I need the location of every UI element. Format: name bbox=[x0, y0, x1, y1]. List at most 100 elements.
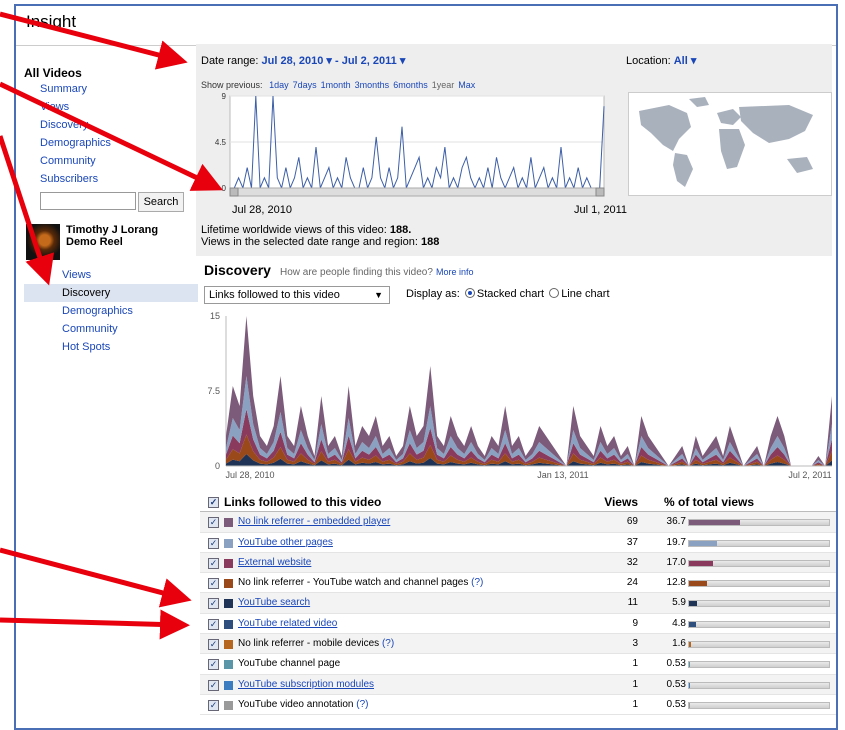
show-previous-Max[interactable]: Max bbox=[458, 80, 475, 90]
row-label[interactable]: YouTube other pages bbox=[238, 533, 333, 553]
video-link-community[interactable]: Community bbox=[24, 320, 198, 338]
row-checkbox[interactable]: ✓ bbox=[208, 679, 219, 691]
stacked-chart-radio[interactable] bbox=[464, 288, 475, 298]
help-link[interactable]: (?) bbox=[356, 699, 368, 710]
row-pct-fill bbox=[689, 581, 707, 587]
row-pct-bar bbox=[688, 519, 830, 527]
sidebar-link-summary[interactable]: Summary bbox=[40, 80, 198, 98]
row-label: YouTube channel page bbox=[238, 654, 340, 674]
range-handle-right[interactable] bbox=[595, 187, 605, 197]
row-checkbox[interactable]: ✓ bbox=[208, 639, 219, 651]
views-sparkline[interactable]: 94.50 bbox=[196, 92, 616, 202]
row-pct-bar bbox=[688, 681, 830, 689]
show-previous-7days[interactable]: 7days bbox=[293, 80, 317, 90]
lifetime-label: Lifetime worldwide views of this video: bbox=[201, 224, 387, 236]
header-pct[interactable]: % of total views bbox=[664, 492, 754, 512]
row-label-text[interactable]: YouTube subscription modules bbox=[238, 679, 374, 690]
row-label[interactable]: YouTube search bbox=[238, 593, 310, 613]
stacked-chart-label[interactable]: Stacked chart bbox=[477, 288, 544, 300]
row-checkbox[interactable]: ✓ bbox=[208, 699, 219, 711]
date-start-link[interactable]: Jul 28, 2010 bbox=[262, 55, 324, 67]
line-chart-radio[interactable] bbox=[549, 288, 560, 298]
table-row: ✓ YouTube search 11 5.9 bbox=[200, 593, 836, 614]
row-label[interactable]: External website bbox=[238, 553, 311, 573]
row-label[interactable]: YouTube subscription modules bbox=[238, 675, 374, 695]
sidebar-link-community[interactable]: Community bbox=[40, 152, 198, 170]
table-row: ✓ No link referrer - mobile devices (?) 3 1… bbox=[200, 634, 836, 655]
chart-y-tick: 7.5 bbox=[207, 386, 220, 396]
row-views: 24 bbox=[626, 577, 638, 589]
row-views: 32 bbox=[626, 556, 638, 568]
sidebar-link-discovery[interactable]: Discovery bbox=[40, 116, 198, 134]
date-range-panel: Date range: Jul 28, 2010 ▾ - Jul 2, 2011… bbox=[196, 44, 832, 256]
table-row: ✓ No link referrer - YouTube watch and ch… bbox=[200, 573, 836, 594]
date-start-caret-icon[interactable]: ▾ bbox=[326, 55, 332, 67]
metric-dropdown[interactable]: Links followed to this video ▼ bbox=[204, 286, 390, 304]
header-views[interactable]: Views bbox=[598, 492, 638, 512]
row-label-text[interactable]: External website bbox=[238, 557, 311, 568]
help-link[interactable]: (?) bbox=[471, 577, 483, 588]
more-info-link[interactable]: More info bbox=[436, 267, 474, 277]
show-previous-6months[interactable]: 6months bbox=[393, 80, 428, 90]
date-range-row: Date range: Jul 28, 2010 ▾ - Jul 2, 2011… bbox=[201, 55, 406, 67]
search-input[interactable] bbox=[40, 192, 136, 210]
date-end-link[interactable]: Jul 2, 2011 bbox=[342, 55, 397, 67]
row-pct: 0.53 bbox=[666, 698, 686, 710]
chart-y-tick: 0 bbox=[215, 461, 220, 471]
video-link-demographics[interactable]: Demographics bbox=[24, 302, 198, 320]
sidebar-link-demographics[interactable]: Demographics bbox=[40, 134, 198, 152]
row-pct-fill bbox=[689, 642, 692, 648]
sidebar-link-views[interactable]: Views bbox=[40, 98, 198, 116]
show-previous-3months[interactable]: 3months bbox=[355, 80, 390, 90]
range-scrollbar[interactable] bbox=[229, 187, 605, 197]
location-dropdown[interactable]: All bbox=[674, 55, 688, 67]
area-series-0[interactable] bbox=[226, 316, 832, 466]
discovery-stacked-chart[interactable]: 15 7.5 0 Jul 28, 2010 Jan 13, 2011 Jul 2, 201… bbox=[196, 306, 836, 486]
row-pct-fill bbox=[689, 621, 696, 627]
window-title: Insight bbox=[26, 12, 77, 31]
select-all-checkbox[interactable]: ✓ bbox=[208, 497, 219, 508]
row-label-text[interactable]: YouTube related video bbox=[238, 618, 337, 629]
show-previous-1year[interactable]: 1year bbox=[432, 80, 455, 90]
row-checkbox[interactable]: ✓ bbox=[208, 578, 219, 590]
sidebar: All Videos Summary Views Discovery Demograp… bbox=[24, 66, 198, 356]
view-stats: Lifetime worldwide views of this video: … bbox=[201, 224, 439, 248]
row-checkbox[interactable]: ✓ bbox=[208, 598, 219, 610]
row-checkbox[interactable]: ✓ bbox=[208, 557, 219, 569]
date-range-label: Date range: bbox=[201, 55, 259, 67]
spark-y-tick: 0 bbox=[222, 184, 227, 193]
row-pct-fill bbox=[689, 560, 713, 566]
spark-y-tick: 4.5 bbox=[215, 138, 227, 147]
row-label[interactable]: YouTube related video bbox=[238, 614, 337, 634]
row-label-text: No link referrer - YouTube watch and cha… bbox=[238, 577, 469, 589]
show-previous-1month[interactable]: 1month bbox=[321, 80, 351, 90]
row-checkbox[interactable]: ✓ bbox=[208, 517, 219, 529]
date-end-caret-icon[interactable]: ▾ bbox=[400, 55, 406, 67]
help-link[interactable]: (?) bbox=[382, 638, 394, 649]
video-link-views[interactable]: Views bbox=[24, 266, 198, 284]
row-pct-fill bbox=[689, 702, 691, 708]
row-label[interactable]: No link referrer - embedded player bbox=[238, 512, 390, 532]
line-chart-label[interactable]: Line chart bbox=[561, 288, 609, 300]
row-label-text: YouTube channel page bbox=[238, 658, 341, 670]
sidebar-link-subscribers[interactable]: Subscribers bbox=[40, 170, 198, 188]
video-link-discovery[interactable]: Discovery bbox=[24, 284, 198, 302]
series-swatch bbox=[224, 599, 233, 609]
lifetime-views-line: Lifetime worldwide views of this video: … bbox=[201, 224, 439, 236]
show-previous-1day[interactable]: 1day bbox=[269, 80, 289, 90]
series-swatch bbox=[224, 700, 233, 710]
row-checkbox[interactable]: ✓ bbox=[208, 537, 219, 549]
row-label-text[interactable]: YouTube other pages bbox=[238, 537, 333, 548]
location-caret-icon[interactable]: ▾ bbox=[691, 55, 697, 67]
video-link-hot-spots[interactable]: Hot Spots bbox=[24, 338, 198, 356]
row-checkbox[interactable]: ✓ bbox=[208, 659, 219, 671]
video-thumbnail[interactable] bbox=[26, 224, 60, 260]
search-button[interactable]: Search bbox=[138, 192, 184, 212]
world-map[interactable] bbox=[628, 92, 832, 196]
row-checkbox[interactable]: ✓ bbox=[208, 618, 219, 630]
range-handle-left[interactable] bbox=[229, 187, 239, 197]
row-label-text[interactable]: YouTube search bbox=[238, 597, 310, 608]
series-swatch bbox=[224, 619, 233, 629]
table-row: ✓ YouTube subscription modules 1 0.53 bbox=[200, 674, 836, 695]
row-label-text[interactable]: No link referrer - embedded player bbox=[238, 516, 390, 527]
